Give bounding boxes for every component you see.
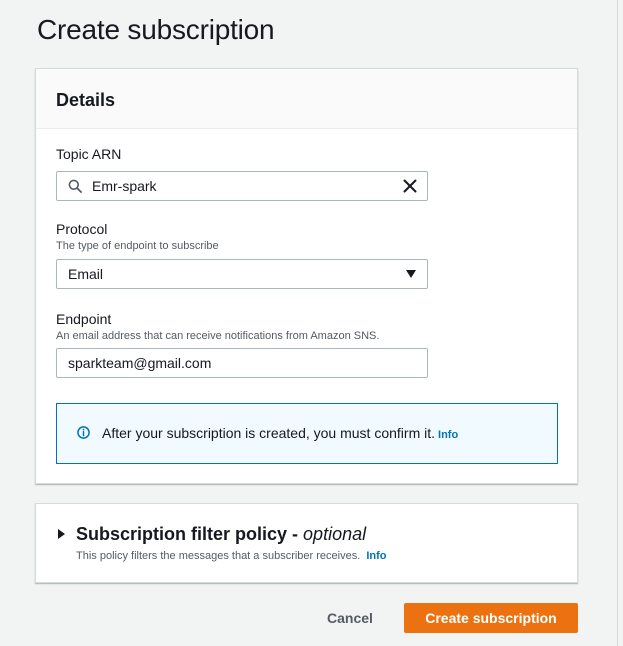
protocol-select[interactable]: Email <box>56 259 428 289</box>
page-right-edge <box>617 0 618 646</box>
topic-arn-input[interactable]: Emr-spark <box>56 171 428 201</box>
filter-policy-description-row: This policy filters the messages that a … <box>76 550 387 562</box>
protocol-field: Protocol The type of endpoint to subscri… <box>56 220 428 289</box>
filter-policy-toggle[interactable]: Subscription filter policy - optional <box>76 524 366 545</box>
info-icon <box>77 426 90 439</box>
details-panel-header: Details <box>36 69 577 129</box>
endpoint-label: Endpoint <box>56 311 112 327</box>
details-heading: Details <box>56 90 116 110</box>
endpoint-description: An email address that can receive notifi… <box>56 330 380 342</box>
search-icon <box>68 179 82 193</box>
topic-arn-label: Topic ARN <box>56 146 122 162</box>
filter-policy-panel: Subscription filter policy - optional Th… <box>35 503 578 583</box>
filter-policy-title: Subscription filter policy - <box>76 524 299 544</box>
topic-arn-field: Topic ARN Emr-spark <box>56 145 428 201</box>
details-panel: Details Topic ARN Emr-spark Protocol The… <box>35 68 578 484</box>
confirmation-alert: After your subscription is created, you … <box>56 403 558 464</box>
filter-policy-optional: optional <box>303 524 367 544</box>
protocol-description: The type of endpoint to subscribe <box>56 240 219 252</box>
create-subscription-button[interactable]: Create subscription <box>404 603 578 633</box>
filter-policy-description: This policy filters the messages that a … <box>76 550 361 562</box>
cancel-button[interactable]: Cancel <box>318 603 382 633</box>
topic-arn-value: Emr-spark <box>92 178 157 194</box>
endpoint-field: Endpoint An email address that can recei… <box>56 310 428 378</box>
caret-right-icon[interactable] <box>58 529 65 539</box>
alert-text: After your subscription is created, you … <box>102 424 458 444</box>
close-icon[interactable] <box>403 179 417 193</box>
alert-message: After your subscription is created, you … <box>102 425 436 441</box>
filter-policy-info-link[interactable]: Info <box>366 550 386 562</box>
page-title: Create subscription <box>37 14 275 45</box>
protocol-label: Protocol <box>56 221 108 237</box>
protocol-selected-value: Email <box>68 266 104 282</box>
endpoint-input[interactable]: sparkteam@gmail.com <box>56 348 428 378</box>
alert-info-link[interactable]: Info <box>438 429 458 441</box>
caret-down-icon <box>406 270 416 278</box>
endpoint-value: sparkteam@gmail.com <box>68 355 212 371</box>
